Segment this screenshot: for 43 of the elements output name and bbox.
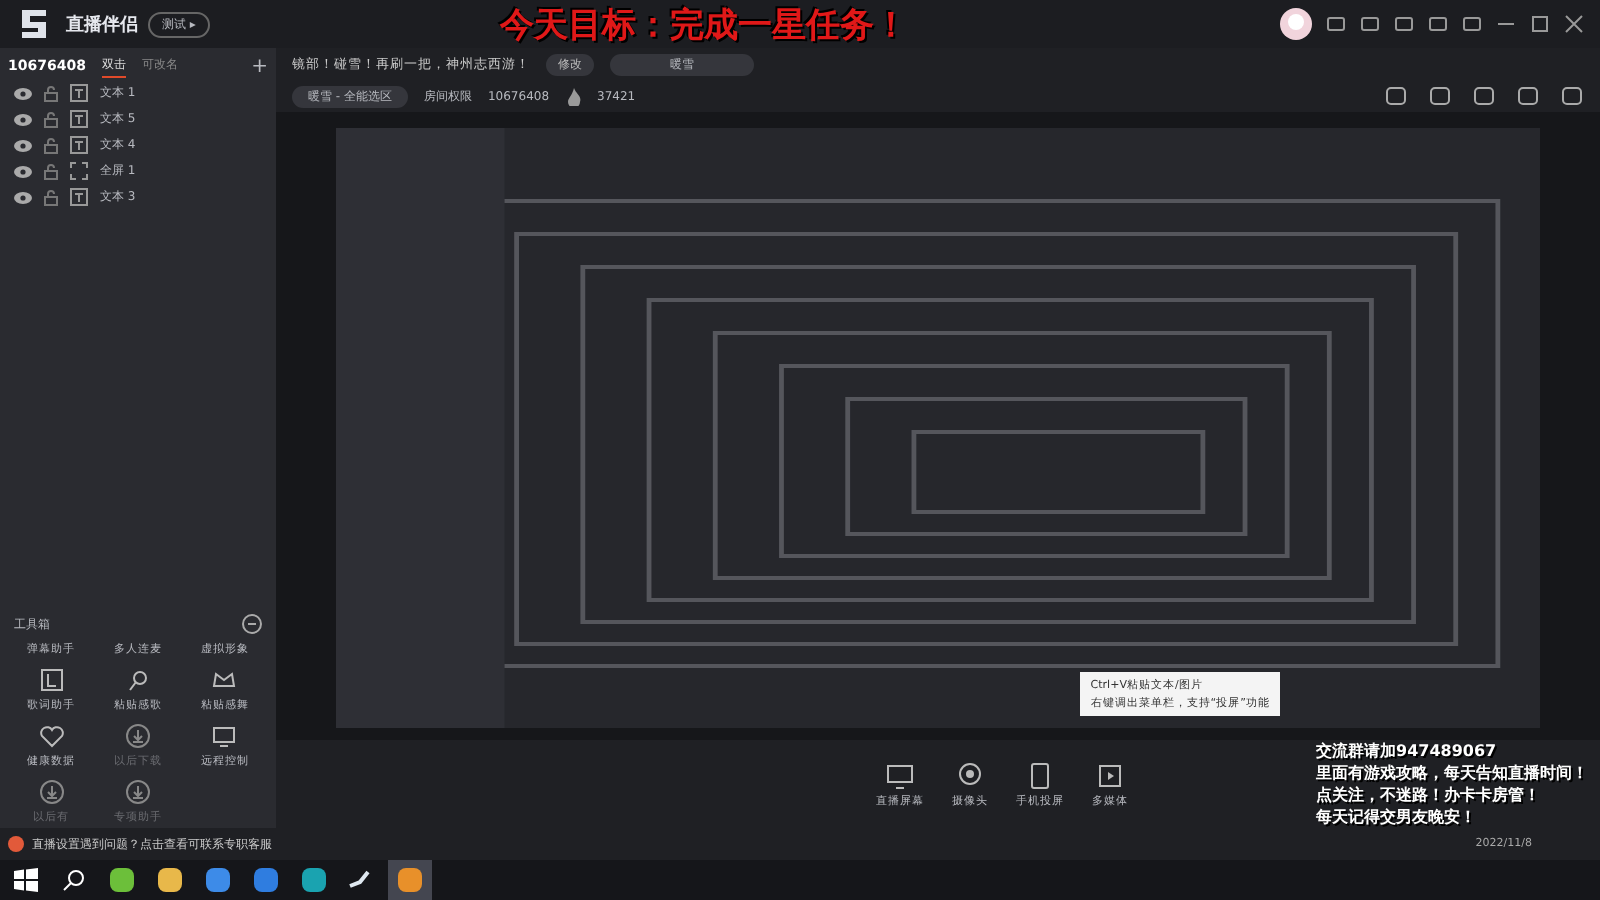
avatar-icon[interactable] xyxy=(1280,8,1312,40)
goal-overlay-text: 今天目标：完成一星任务！ xyxy=(499,3,908,47)
text-layer-icon xyxy=(70,84,88,102)
add-scene-button[interactable]: + xyxy=(251,55,268,77)
eye-icon[interactable] xyxy=(14,139,32,151)
chat-overlay-line: 点关注，不迷路！办卡卡房管！ xyxy=(1316,784,1542,806)
toolbar-icon[interactable] xyxy=(1516,84,1540,108)
lock-icon[interactable] xyxy=(44,111,58,127)
text-layer-icon xyxy=(70,110,88,128)
eye-icon[interactable] xyxy=(14,113,32,125)
app-name: 直播伴侣 xyxy=(66,12,138,37)
phone-icon[interactable] xyxy=(1026,761,1054,789)
lock-icon[interactable] xyxy=(44,189,58,205)
heart-icon[interactable] xyxy=(39,724,64,748)
chat-overlay-line: 每天记得交男友晚安！ xyxy=(1316,806,1478,828)
toolbar-icon[interactable] xyxy=(1560,84,1584,108)
more-icon[interactable] xyxy=(242,614,262,634)
toolbar-icon[interactable] xyxy=(1384,84,1408,108)
fullscreen-layer-icon xyxy=(70,162,88,180)
crown-icon[interactable] xyxy=(212,668,237,692)
download-icon[interactable] xyxy=(39,780,64,804)
close-icon[interactable] xyxy=(1564,14,1584,34)
chat-overlay-line: 里面有游戏攻略，每天告知直播时间！ xyxy=(1316,762,1588,784)
toolbar-icon[interactable] xyxy=(1472,84,1496,108)
text-layer-icon xyxy=(70,188,88,206)
lock-icon[interactable] xyxy=(44,137,58,153)
text-layer-icon xyxy=(70,136,88,154)
eye-icon[interactable] xyxy=(14,165,32,177)
download-icon[interactable] xyxy=(125,780,150,804)
eye-icon[interactable] xyxy=(14,191,32,203)
maximize-icon[interactable] xyxy=(1530,14,1550,34)
lyrics-icon[interactable] xyxy=(39,668,64,692)
download-icon[interactable] xyxy=(125,724,150,748)
monitor-icon[interactable] xyxy=(886,761,914,789)
monitor-icon[interactable] xyxy=(212,724,237,748)
media-icon[interactable] xyxy=(1096,761,1124,789)
toolbar-icon[interactable] xyxy=(1428,84,1452,108)
lock-icon[interactable] xyxy=(44,85,58,101)
eye-icon[interactable] xyxy=(14,87,32,99)
lock-icon[interactable] xyxy=(44,163,58,179)
speaker-icon xyxy=(8,836,24,852)
camera-icon[interactable] xyxy=(956,761,984,789)
chat-overlay-line: 交流群请加947489067 xyxy=(1316,740,1499,762)
